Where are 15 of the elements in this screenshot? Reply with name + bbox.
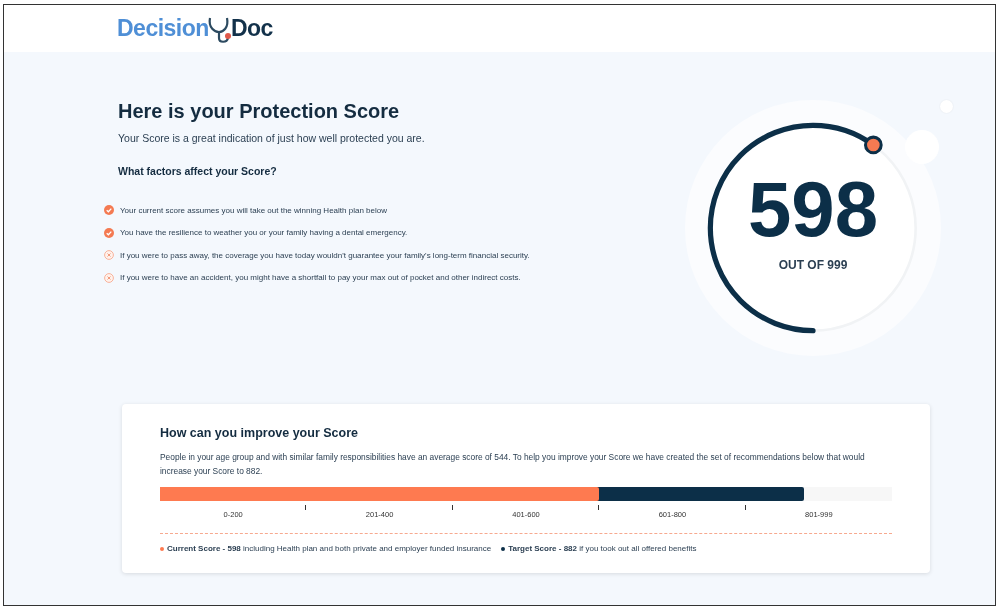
subtitle: Your Score is a great indication of just how well protected you are. bbox=[118, 132, 426, 144]
card-text: People in your age group and with similar family responsibilities have an average score of 544. To help you improve your Score we have created the set of recommendations below that would increase your Score to 882. bbox=[160, 451, 866, 478]
factors-heading: What factors affect your Score? bbox=[118, 165, 278, 177]
card-title: How can you improve your Score bbox=[160, 426, 359, 440]
legend-text: Target Score - 882 if you took out all offered benefits bbox=[508, 544, 697, 553]
logo-text: Decision bbox=[117, 15, 209, 42]
page-title: Here is your Protection Score bbox=[118, 100, 401, 123]
score-value: 598 bbox=[747, 170, 879, 248]
score-caption: OUT OF 999 bbox=[777, 258, 849, 272]
legend-text: Current Score - 598 including Health plan and both private and employer funded insurance bbox=[167, 544, 492, 553]
factor-text: Your current score assumes you will take out the winning Health plan below bbox=[120, 205, 387, 215]
logo-text: Doc bbox=[230, 15, 273, 42]
factor-text: If you were to have an accident, you might have a shortfall to pay your max out of pocket and other indirect costs. bbox=[120, 273, 521, 283]
factor-text: If you were to pass away, the coverage you have today wouldn't guarantee your family's long-term financial security. bbox=[120, 250, 530, 260]
factor-text: You have the resilience to weather you or your family having a dental emergency. bbox=[120, 228, 408, 238]
